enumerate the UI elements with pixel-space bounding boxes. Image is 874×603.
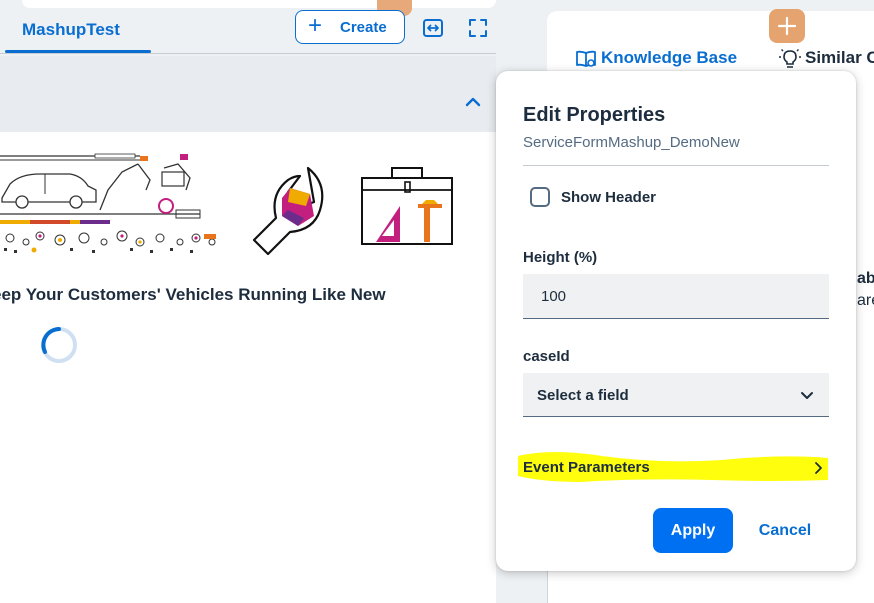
apply-button[interactable]: Apply xyxy=(653,508,733,553)
cancel-button[interactable]: Cancel xyxy=(748,508,822,553)
tab-divider xyxy=(0,53,496,54)
apply-label: Apply xyxy=(670,522,716,539)
edit-properties-dialog: Edit Properties ServiceFormMashup_DemoNe… xyxy=(496,71,856,571)
dialog-title: Edit Properties xyxy=(523,104,666,126)
fit-width-icon[interactable] xyxy=(420,15,446,41)
dialog-separator xyxy=(523,165,829,166)
caseid-select-value: Select a field xyxy=(537,387,629,404)
height-input[interactable]: 100 xyxy=(523,274,829,319)
left-panel: MashupTest + Create eep Your Customers' … xyxy=(0,0,496,603)
obscured-text-1: abl xyxy=(857,270,874,287)
chevron-up-icon[interactable] xyxy=(463,92,483,112)
chevron-right-icon xyxy=(815,462,822,474)
page-headline: eep Your Customers' Vehicles Running Lik… xyxy=(0,285,386,304)
create-label: Create xyxy=(340,19,387,36)
height-label: Height (%) xyxy=(523,249,598,266)
lightbulb-icon xyxy=(779,49,801,68)
show-header-label[interactable]: Show Header xyxy=(561,189,656,206)
tab-knowledge-base-label: Knowledge Base xyxy=(601,48,738,67)
loading-spinner-icon xyxy=(41,327,77,363)
caseid-select[interactable]: Select a field xyxy=(523,373,829,417)
dialog-subtitle: ServiceFormMashup_DemoNew xyxy=(523,134,740,151)
create-button[interactable]: + Create xyxy=(295,10,405,44)
cancel-label: Cancel xyxy=(758,522,812,539)
height-value: 100 xyxy=(541,288,567,305)
add-tab-button[interactable] xyxy=(769,9,805,43)
book-icon xyxy=(576,50,596,67)
tab-mashuptest[interactable]: MashupTest xyxy=(0,12,152,54)
top-strip xyxy=(22,0,496,8)
fullscreen-icon[interactable] xyxy=(465,15,491,41)
obscured-text-2: are xyxy=(857,292,874,309)
tab-similar-cases-label: Similar C xyxy=(805,48,874,67)
panel-header-band xyxy=(0,56,496,132)
caseid-label: caseId xyxy=(523,348,570,365)
plus-icon: + xyxy=(308,12,323,39)
event-parameters-label: Event Parameters xyxy=(523,459,650,476)
vehicle-service-illustration xyxy=(0,153,453,256)
chevron-down-icon xyxy=(801,392,813,399)
event-parameters-row[interactable]: Event Parameters xyxy=(523,459,829,479)
show-header-checkbox[interactable] xyxy=(530,187,550,207)
tab-label: MashupTest xyxy=(22,20,120,39)
